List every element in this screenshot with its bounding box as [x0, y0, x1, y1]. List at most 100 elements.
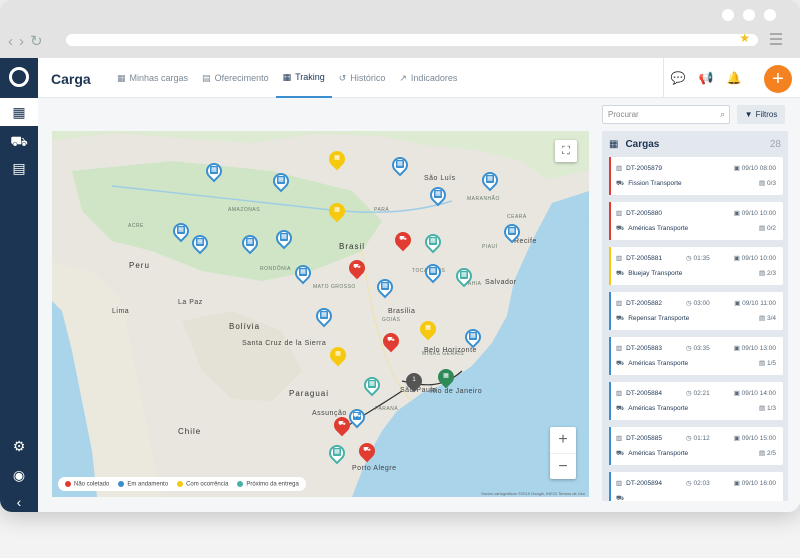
box-icon: ▦	[486, 175, 494, 183]
date-value: 09/10 10:00	[741, 255, 776, 262]
calendar-icon: ▣	[733, 210, 742, 217]
page-title: Carga	[51, 71, 91, 87]
pin-em-andamento[interactable]: ⛟	[345, 405, 369, 429]
filters-button[interactable]: ▼ Filtros	[737, 105, 785, 124]
window-dot[interactable]	[722, 9, 734, 21]
box-icon: ▦	[429, 267, 437, 275]
browser-menu-icon[interactable]	[770, 33, 782, 48]
pin-em-andamento[interactable]: ▦	[188, 231, 212, 255]
label-chile: Chile	[178, 427, 202, 436]
cargas-list: ▥ DT-2005879 ⛟ Fission Transporte ▣ 09/10 08…	[602, 157, 788, 501]
pin-nao-coletado[interactable]: ⛟	[379, 329, 403, 353]
truck-icon[interactable]: ⛟	[0, 128, 38, 156]
legend-label: Não coletado	[74, 481, 110, 488]
carga-card[interactable]: ▥ DT-2005883 ⛟ Américas Transporte ◷ 03:35 ▣ …	[609, 337, 783, 375]
tab-minhas-cargas[interactable]: ▦ Minhas cargas	[110, 58, 195, 98]
window-dot[interactable]	[743, 9, 755, 21]
pin-em-andamento[interactable]: ▦	[272, 226, 296, 250]
zoom-in-button[interactable]: +	[550, 427, 576, 453]
carga-card[interactable]: ▥ DT-2005879 ⛟ Fission Transporte ▣ 09/10 08…	[609, 157, 783, 195]
pin-em-andamento[interactable]: ▦	[461, 325, 485, 349]
pin-em-andamento[interactable]: ▦	[426, 183, 450, 207]
search-input[interactable]: Procurar ⌕	[602, 105, 730, 124]
pin-em-andamento[interactable]: ▦	[238, 231, 262, 255]
pin-com-ocorrencia[interactable]: ▦	[416, 317, 440, 341]
label-piaui: PIAUÍ	[482, 244, 498, 250]
browser-nav-icons[interactable]: ‹›↻	[8, 32, 49, 50]
browser-chrome: ‹›↻ ★	[0, 0, 800, 58]
pin-em-andamento[interactable]: ▦	[169, 219, 193, 243]
chart-icon: ↗	[399, 72, 407, 83]
tab-historico[interactable]: ↺ Histórico	[332, 58, 393, 98]
tab-label: Indicadores	[410, 73, 458, 83]
carga-id-row: ▥ DT-2005880	[616, 209, 662, 218]
list-icon: ▤	[759, 450, 767, 457]
pin-em-andamento[interactable]: ▦	[478, 168, 502, 192]
add-button[interactable]: +	[764, 65, 792, 93]
pin-em-andamento[interactable]: ▦	[312, 304, 336, 328]
tab-oferecimento[interactable]: ▤ Oferecimento	[195, 58, 276, 98]
carga-card[interactable]: ▥ DT-2005880 ⛟ Américas Transporte ▣ 09/10 1…	[609, 202, 783, 240]
zoom-control: + −	[550, 427, 576, 479]
bookmark-star-icon[interactable]: ★	[739, 31, 750, 45]
table-grid-icon[interactable]: ▤	[0, 154, 38, 182]
carga-card[interactable]: ▥ DT-2005885 ⛟ Américas Transporte ◷ 01:12 ▣ …	[609, 427, 783, 465]
pin-em-andamento[interactable]: ▦	[269, 169, 293, 193]
pin-em-andamento[interactable]: ▦	[202, 159, 226, 183]
pin-proximo-entrega[interactable]: ▦	[325, 441, 349, 465]
logo-icon[interactable]	[9, 67, 29, 87]
pin-proximo-entrega[interactable]: ▦	[421, 230, 445, 254]
pin-proximo-entrega[interactable]: ▦	[360, 373, 384, 397]
pin-nao-coletado[interactable]: ⛟	[355, 439, 379, 463]
address-bar[interactable]: ★	[66, 31, 758, 46]
truck-icon: ⛟	[616, 450, 625, 457]
pin-com-ocorrencia[interactable]: ▦	[325, 147, 349, 171]
pin-nao-coletado[interactable]: ⛟	[345, 256, 369, 280]
truck-icon: ⛟	[387, 337, 395, 343]
list-icon: ▤	[759, 405, 767, 412]
pin-proximo-entrega[interactable]: ▦	[452, 264, 476, 288]
pin-nao-coletado[interactable]: ⛟	[330, 413, 354, 437]
carga-card[interactable]: ▥ DT-2005882 ⛟ Repensar Transporte ◷ 03:00 ▣ …	[609, 292, 783, 330]
legend-label: Com ocorrência	[186, 481, 229, 488]
fullscreen-icon[interactable]: ⛶	[555, 140, 577, 162]
chat-icon[interactable]: 💬	[664, 58, 692, 98]
document-icon: ▤	[202, 72, 211, 83]
timer-value: 01:35	[693, 255, 710, 262]
pin-com-ocorrencia[interactable]: ▦	[325, 199, 349, 223]
pin-em-andamento[interactable]: ▦	[291, 261, 315, 285]
carga-card[interactable]: ▥ DT-2005881 ⛟ Bluejay Transporte ◷ 01:35 ▣ 0…	[609, 247, 783, 285]
pin-com-ocorrencia[interactable]: ▦	[326, 343, 350, 367]
pin-em-andamento[interactable]: ▦	[500, 220, 524, 244]
label-salvador: Salvador	[485, 279, 517, 286]
carga-id-row: ▥ DT-2005885	[616, 434, 662, 443]
megaphone-icon[interactable]: 📢	[692, 58, 720, 98]
collapse-chevron-icon[interactable]: ‹	[0, 488, 38, 512]
bell-icon[interactable]: 🔔	[720, 58, 748, 98]
cargo-boxes-icon[interactable]: ▦	[0, 98, 38, 126]
settings-gears-icon[interactable]: ⚙	[0, 432, 38, 460]
window-dot[interactable]	[764, 9, 776, 21]
carga-card[interactable]: ▥ DT-2005884 ⛟ Américas Transporte ◷ 02:21 ▣ …	[609, 382, 783, 420]
carga-company-row: ⛟ Fission Transporte	[616, 179, 682, 188]
carga-qty: ▤ 1/3	[759, 404, 776, 412]
carga-id: DT-2005894	[626, 479, 662, 487]
cargas-panel: ▦ Cargas 28 ▥ DT-2005879 ⛟ Fission Transporte…	[602, 131, 788, 501]
tab-traking[interactable]: ▦ Traking	[275, 58, 332, 98]
carga-card[interactable]: ▥ DT-2005894 ⛟ ◷ 02:03 ▣ 09/10 16:00	[609, 472, 783, 501]
pin-cluster[interactable]: 1	[402, 369, 426, 393]
pin-nao-coletado[interactable]: ⛟	[391, 228, 415, 252]
zoom-out-button[interactable]: −	[550, 453, 576, 479]
carga-id-row: ▥ DT-2005894	[616, 479, 662, 488]
tracking-map[interactable]: Brasil Peru Bolívia Paraguai Chile AMAZO…	[52, 131, 589, 497]
pin-delivered[interactable]: ▦	[434, 365, 458, 389]
pin-em-andamento[interactable]: ▦	[388, 153, 412, 177]
user-avatar-icon[interactable]: ◉	[0, 461, 38, 489]
tab-indicadores[interactable]: ↗ Indicadores	[392, 58, 464, 98]
pin-em-andamento[interactable]: ▦	[421, 260, 445, 284]
carga-date: ▣ 09/10 10:00	[734, 254, 776, 262]
carga-date: ▣ 09/10 10:00	[734, 209, 776, 217]
pin-em-andamento[interactable]: ▦	[373, 275, 397, 299]
carga-timer: ◷ 02:03	[686, 479, 710, 487]
status-bar	[609, 247, 611, 285]
